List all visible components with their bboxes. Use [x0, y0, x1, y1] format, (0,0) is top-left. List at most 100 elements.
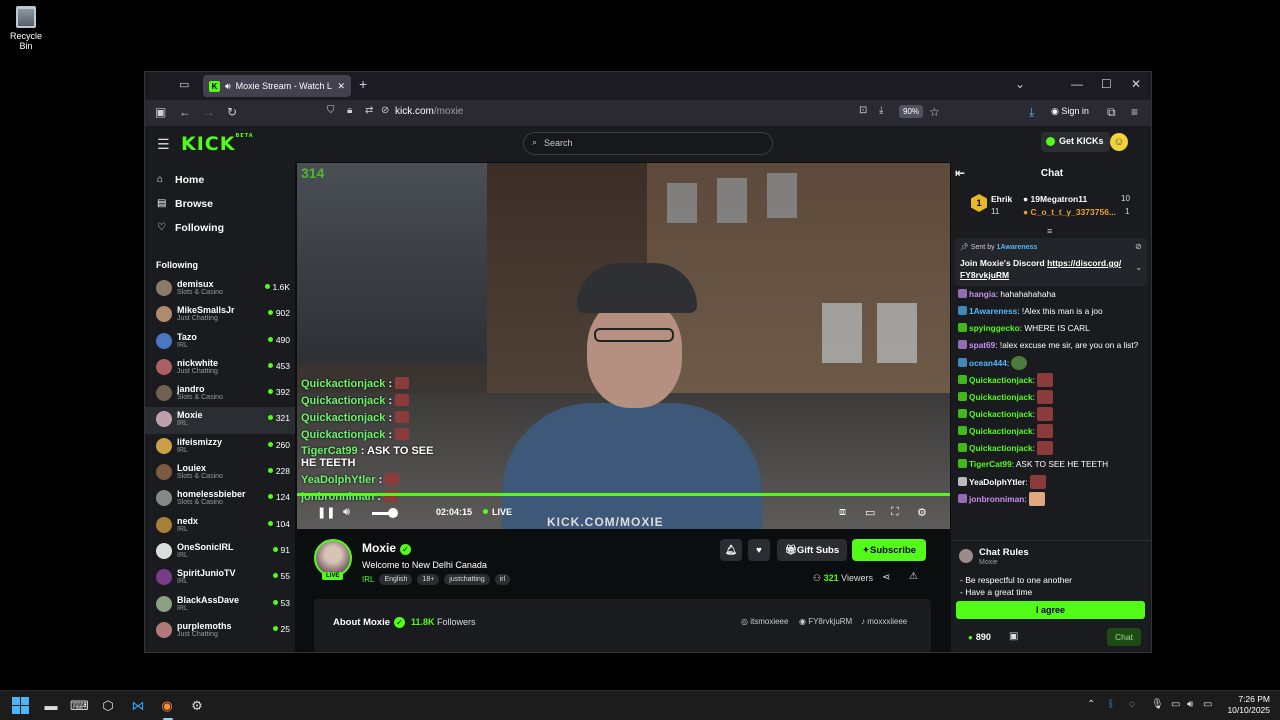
forward-icon[interactable]: →	[203, 105, 215, 119]
network-icon[interactable]: ▭	[1171, 699, 1180, 710]
save-page-icon[interactable]: ⤓	[879, 105, 883, 116]
video-player[interactable]: 314 Quickactionjack : Quickactionjack : …	[297, 163, 950, 529]
sidebar-channel-lifeismizzy[interactable]: lifeismizzy IRL 260	[145, 434, 295, 460]
chat-username[interactable]: Quickactionjack	[969, 392, 1033, 402]
sidebar-channel-nedx[interactable]: nedx IRL 104	[145, 513, 295, 539]
volume-knob[interactable]	[387, 508, 398, 518]
microphone-icon[interactable]: 🎙︎	[1151, 699, 1164, 710]
sidebar-channel-mikesmallsjr[interactable]: MikeSmallsJr Just Chatting 902	[145, 302, 295, 328]
stream-category[interactable]: IRL	[362, 575, 374, 584]
permissions-icon[interactable]: ⇄	[365, 105, 373, 116]
sidebar-channel-nickwhite[interactable]: nickwhite Just Chatting 453	[145, 355, 295, 381]
gift-subs-button[interactable]: 🎁︎ Gift Subs	[777, 539, 847, 561]
chat-username[interactable]: Quickactionjack	[969, 426, 1033, 436]
chat-username[interactable]: ocean444	[969, 358, 1007, 368]
reload-icon[interactable]: ↻	[227, 105, 237, 119]
chat-username[interactable]: spyinggecko	[969, 323, 1020, 333]
live-indicator[interactable]: LIVE	[483, 507, 512, 517]
vscode-icon[interactable]: ⋈	[129, 697, 147, 715]
recycle-bin[interactable]: Recycle Bin	[4, 4, 48, 51]
tab-moxie[interactable]: K 🔊︎ Moxie Stream - Watch Live ✕	[203, 75, 351, 97]
sidebar-channel-spiritjuniotv[interactable]: SpiritJunioTV IRL 55	[145, 565, 295, 591]
sidebar-channel-blackassdave[interactable]: BlackAssDave IRL 53	[145, 592, 295, 618]
cube-app-icon[interactable]: ⬡	[99, 697, 117, 715]
volume-icon[interactable]: 🔊︎	[343, 506, 350, 519]
chat-username[interactable]: Quickactionjack	[969, 375, 1033, 385]
tag[interactable]: 18+	[417, 574, 440, 585]
user-avatar-icon[interactable]: ☺	[1110, 133, 1128, 151]
sidebar-channel-homelessbieber[interactable]: homelessbieber Slots & Casino 124	[145, 486, 295, 512]
expand-leaderboard-icon[interactable]: ≡	[1047, 226, 1052, 236]
shield-icon[interactable]: ⛉	[327, 105, 335, 116]
zoom-level[interactable]: 90%	[899, 105, 924, 118]
nav-browse[interactable]: ▤ Browse	[145, 198, 295, 222]
sidebar-channel-moxie[interactable]: Moxie IRL 321	[145, 407, 295, 434]
nav-following[interactable]: ♡ Following	[145, 222, 295, 246]
minimize-icon[interactable]: —	[1071, 77, 1083, 91]
nav-home[interactable]: ⌂ Home	[145, 174, 295, 198]
pinned-by-user[interactable]: 1Awareness	[997, 244, 1038, 251]
collapse-chat-icon[interactable]: ⇤	[955, 166, 965, 180]
sidebar-channel-onesonicirl[interactable]: OneSonicIRL IRL 91	[145, 539, 295, 565]
file-explorer-icon[interactable]: ▬	[42, 697, 60, 715]
lock-icon[interactable]: 🔒︎	[347, 105, 352, 116]
report-warning-icon[interactable]: ⚠	[909, 571, 918, 582]
chevron-down-icon[interactable]: ⌄	[1135, 262, 1143, 273]
instagram-link[interactable]: ◎ itsmoxieee	[741, 617, 788, 626]
menu-icon[interactable]: ≡	[1131, 105, 1138, 119]
tag[interactable]: justchatting	[444, 574, 490, 585]
sidebar-channel-demisux[interactable]: demisux Slots & Casino 1.6K	[145, 276, 295, 302]
leader-third-user[interactable]: ● C_o_t_t_y_3373756...	[1023, 207, 1116, 217]
maximize-icon[interactable]: ☐	[1101, 77, 1112, 91]
settings-app-icon[interactable]: ⚙	[188, 697, 206, 715]
chat-username[interactable]: Quickactionjack	[969, 443, 1033, 453]
url-bar[interactable]: kick.com/moxie	[395, 106, 463, 117]
tag[interactable]: irl	[494, 574, 511, 585]
tiktok-link[interactable]: ♪ moxxxiieee	[861, 617, 907, 626]
chat-username[interactable]: YeaDolphYtler	[969, 477, 1025, 487]
clip-icon[interactable]: ⧈	[839, 506, 846, 519]
theater-mode-icon[interactable]: ▭	[865, 506, 875, 519]
close-window-icon[interactable]: ✕	[1131, 77, 1141, 91]
terminal-icon[interactable]: ⌨	[70, 697, 89, 715]
autoplay-blocked-icon[interactable]: ⊘	[381, 105, 389, 116]
tray-chevron-icon[interactable]: ⌃	[1087, 699, 1095, 710]
leader-second-user[interactable]: ● 19Megatron11	[1023, 194, 1087, 204]
sidebar-channel-jandro[interactable]: jandro Slots & Casino 392	[145, 381, 295, 407]
firefox-icon[interactable]: ◉	[158, 697, 176, 715]
fullscreen-icon[interactable]: ⛶	[891, 506, 899, 519]
agree-button[interactable]: I agree	[956, 601, 1145, 619]
sidebar-channel-purplemoths[interactable]: purplemoths Just Chatting 25	[145, 618, 295, 644]
leader-top-user[interactable]: Ehrik	[991, 194, 1012, 204]
discord-link[interactable]: ◉ FY8rvkjuRM	[799, 617, 852, 626]
kick-logo[interactable]: KICKBETA	[181, 133, 254, 155]
speaker-icon[interactable]: 🔊︎	[225, 81, 231, 92]
tab-overview-icon[interactable]: ▭	[179, 78, 189, 91]
notification-bell-button[interactable]: 🔔︎	[720, 539, 742, 561]
gift-icon[interactable]: ▣	[1009, 631, 1018, 642]
sidebar-channel-louiex[interactable]: Louiex Slots & Casino 228	[145, 460, 295, 486]
bluetooth-icon[interactable]: ᛒ	[1108, 699, 1114, 710]
sidebar-toggle-icon[interactable]: ▣	[155, 105, 166, 119]
sidebar-channel-tazo[interactable]: Tazo IRL 490	[145, 329, 295, 355]
bookmark-star-icon[interactable]: ☆	[929, 105, 940, 119]
new-tab-icon[interactable]: +	[359, 76, 367, 92]
unpin-icon[interactable]: ⊘	[1135, 242, 1142, 251]
send-chat-button[interactable]: Chat	[1107, 628, 1141, 646]
follow-button[interactable]: ♥	[748, 539, 770, 561]
subscribe-button[interactable]: ✦ Subscribe	[852, 539, 926, 561]
chat-username[interactable]: spat69	[969, 340, 995, 350]
chat-username[interactable]: 1Awareness	[969, 306, 1017, 316]
settings-gear-icon[interactable]: ⚙	[917, 506, 927, 519]
extensions-icon[interactable]: ⧉	[1107, 105, 1116, 120]
chat-username[interactable]: hangia	[969, 289, 996, 299]
tray-app-icon[interactable]: ◌	[1129, 699, 1135, 710]
share-icon[interactable]: ⋖	[882, 572, 890, 583]
chat-username[interactable]: jonbronniman	[969, 494, 1024, 504]
downloads-icon[interactable]: ⤓	[1029, 105, 1034, 120]
speaker-tray-icon[interactable]: 🔊︎	[1187, 699, 1193, 710]
pause-icon[interactable]: ❚❚	[317, 506, 335, 519]
chat-username[interactable]: Quickactionjack	[969, 409, 1033, 419]
close-tab-icon[interactable]: ✕	[337, 81, 345, 92]
hamburger-menu-icon[interactable]: ☰	[157, 136, 170, 153]
